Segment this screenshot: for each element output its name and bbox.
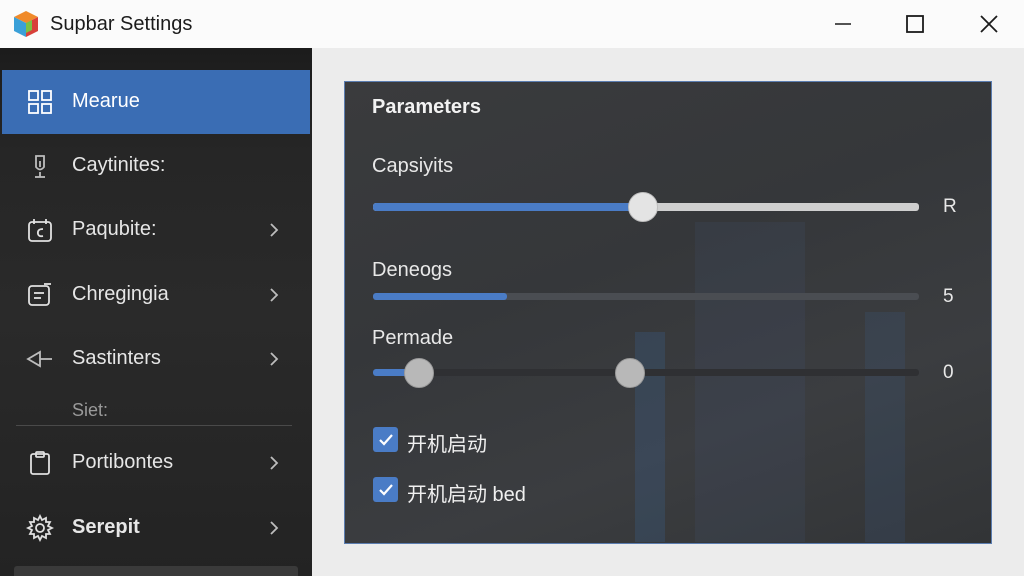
app-logo-icon (14, 11, 38, 37)
sidebar-item-label: Mearue (72, 90, 140, 112)
close-button[interactable] (954, 0, 1024, 48)
startup-checkbox-label: 开机启动 (407, 434, 487, 456)
sidebar-item-caytinites[interactable]: Caytinites: (2, 134, 310, 198)
note-icon (26, 281, 54, 309)
slider-track-deneogs[interactable] (373, 293, 919, 300)
sidebar-item-portibontes[interactable]: Portibontes (2, 431, 310, 495)
sidebar-scroll-edge (14, 566, 298, 576)
slider-value-permade: 0 (943, 362, 954, 383)
parameters-panel (344, 81, 992, 544)
startup-bed-checkbox-label: 开机启动 bed (407, 484, 526, 506)
sidebar-item-label: Sastinters (72, 347, 161, 369)
maximize-icon (906, 15, 924, 33)
sidebar-item-label: Caytinites: (72, 154, 166, 176)
slider-label-capsiyits: Capsiyits (372, 155, 454, 177)
sidebar-item-label: Serepit (72, 516, 140, 538)
slider-label-deneogs: Deneogs (372, 259, 453, 281)
clipboard-icon (26, 449, 54, 477)
slider-fill (373, 203, 644, 211)
panel-background-shape (865, 312, 905, 542)
maximize-button[interactable] (880, 0, 950, 48)
close-icon (980, 15, 998, 33)
gear-icon (26, 514, 54, 542)
slider-label-permade: Permade (372, 327, 454, 349)
chevron-right-icon (270, 288, 279, 302)
panel-title: Parameters (372, 96, 481, 118)
checkmark-icon (378, 433, 393, 446)
sidebar-item-serepit[interactable]: Serepit (2, 496, 310, 560)
startup-bed-checkbox[interactable] (373, 477, 398, 502)
title-bar: Supbar Settings (0, 0, 1024, 48)
slider-thumb-permade-high[interactable] (614, 358, 645, 388)
checkmark-icon (378, 483, 393, 496)
slider-value-deneogs: 5 (943, 286, 954, 307)
chevron-right-icon (270, 521, 279, 535)
sidebar-item-mearue[interactable]: Mearue (2, 70, 310, 134)
window-title: Supbar Settings (50, 13, 193, 35)
startup-checkbox[interactable] (373, 427, 398, 452)
minimize-button[interactable] (808, 0, 878, 48)
section-label: Siet: (72, 400, 109, 420)
sidebar-item-sastinters[interactable]: Sastinters (2, 327, 310, 391)
minimize-icon (835, 23, 851, 25)
section-divider (16, 425, 292, 426)
chevron-right-icon (270, 352, 279, 366)
slider-fill (373, 293, 507, 300)
chevron-right-icon (270, 456, 279, 470)
sidebar-item-chregingia[interactable]: Chregingia (2, 263, 310, 327)
calendar-icon (26, 216, 54, 244)
slider-value-capsiyits: R (943, 196, 957, 217)
sidebar-item-paqubite[interactable]: Paqubite: (2, 198, 310, 262)
sidebar-item-label: Paqubite: (72, 218, 157, 240)
chevron-right-icon (270, 223, 279, 237)
panel-background-shape (695, 222, 805, 542)
pen-icon (26, 152, 54, 180)
share-icon (26, 345, 54, 373)
grid-icon (26, 88, 54, 116)
sidebar-item-label: Chregingia (72, 283, 169, 305)
slider-track-permade[interactable] (373, 369, 919, 376)
sidebar-item-label: Portibontes (72, 451, 174, 473)
